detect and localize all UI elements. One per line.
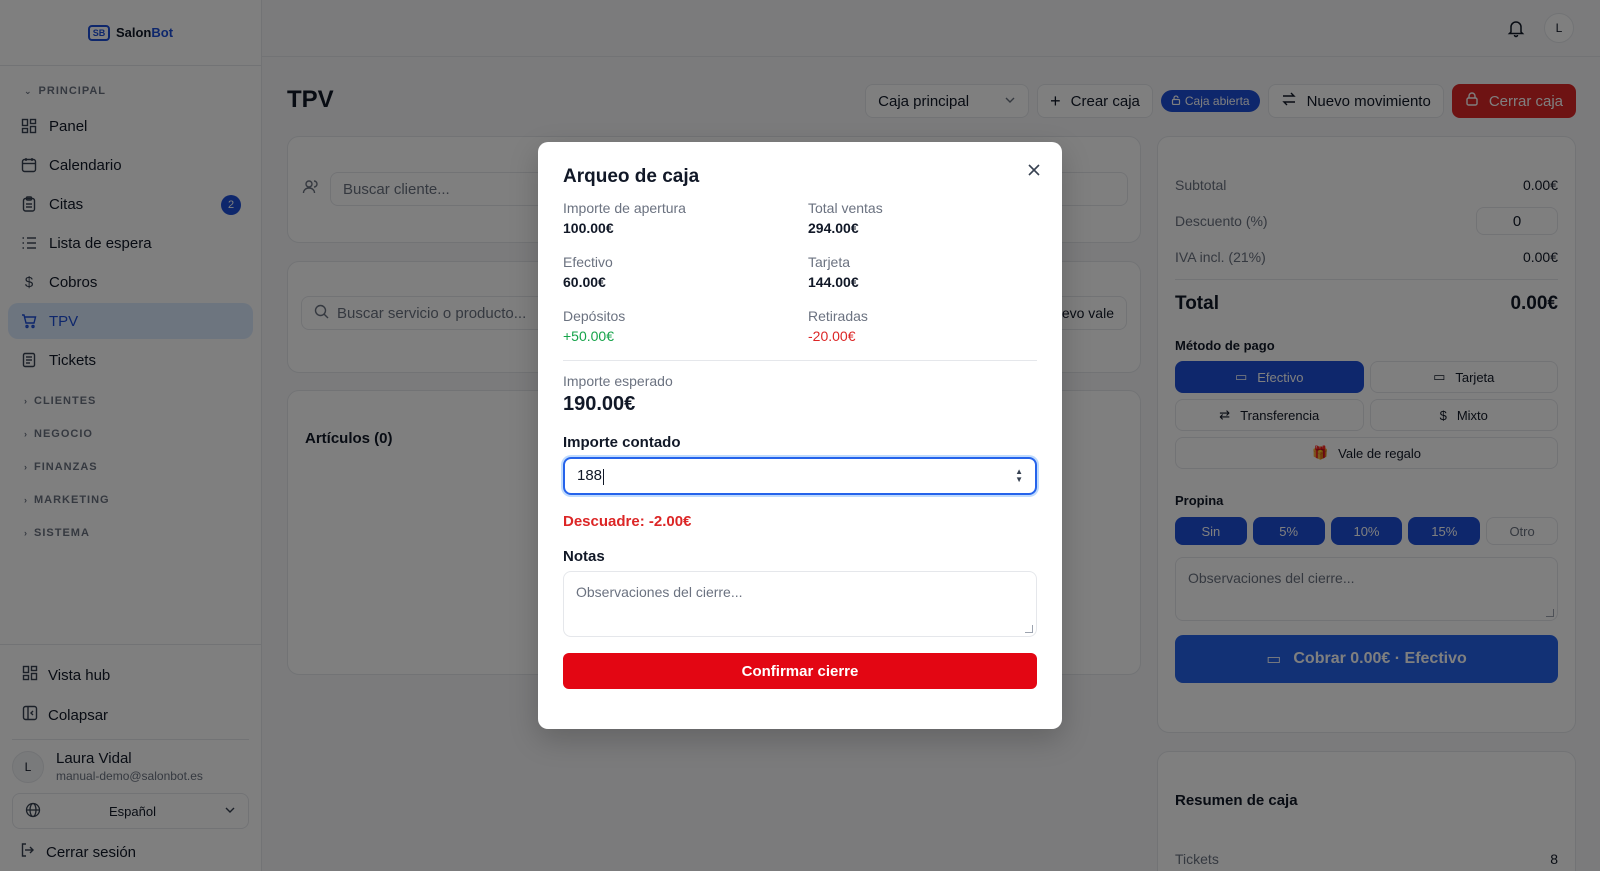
stat-opening: Importe de apertura 100.00€	[563, 200, 686, 236]
discrepancy-text: Descuadre: -2.00€	[563, 513, 692, 530]
stat-cash: Efectivo 60.00€	[563, 254, 613, 290]
counted-amount-input[interactable]: 188 ▲ ▼	[563, 457, 1037, 495]
expected-amount-value: 190.00€	[563, 393, 636, 415]
cash-count-modal: Arqueo de caja Importe de apertura 100.00…	[538, 142, 1062, 729]
close-icon[interactable]	[1024, 160, 1044, 180]
expected-amount-label: Importe esperado	[563, 373, 673, 389]
confirm-close-button[interactable]: Confirmar cierre	[563, 653, 1037, 689]
notes-label: Notas	[563, 548, 605, 565]
resize-handle-icon[interactable]	[1025, 625, 1033, 633]
counted-amount-label: Importe contado	[563, 434, 681, 451]
stat-deposits: Depósitos +50.00€	[563, 308, 626, 344]
notes-field[interactable]: Observaciones del cierre...	[563, 571, 1037, 637]
modal-title: Arqueo de caja	[563, 166, 700, 187]
cash-stats: Importe de apertura 100.00€ Total ventas 2…	[563, 200, 1037, 344]
stat-total-sales: Total ventas 294.00€	[808, 200, 883, 236]
stat-card: Tarjeta 144.00€	[808, 254, 859, 290]
stat-withdrawals: Retiradas -20.00€	[808, 308, 868, 344]
number-stepper-icon[interactable]: ▲ ▼	[1015, 468, 1023, 484]
